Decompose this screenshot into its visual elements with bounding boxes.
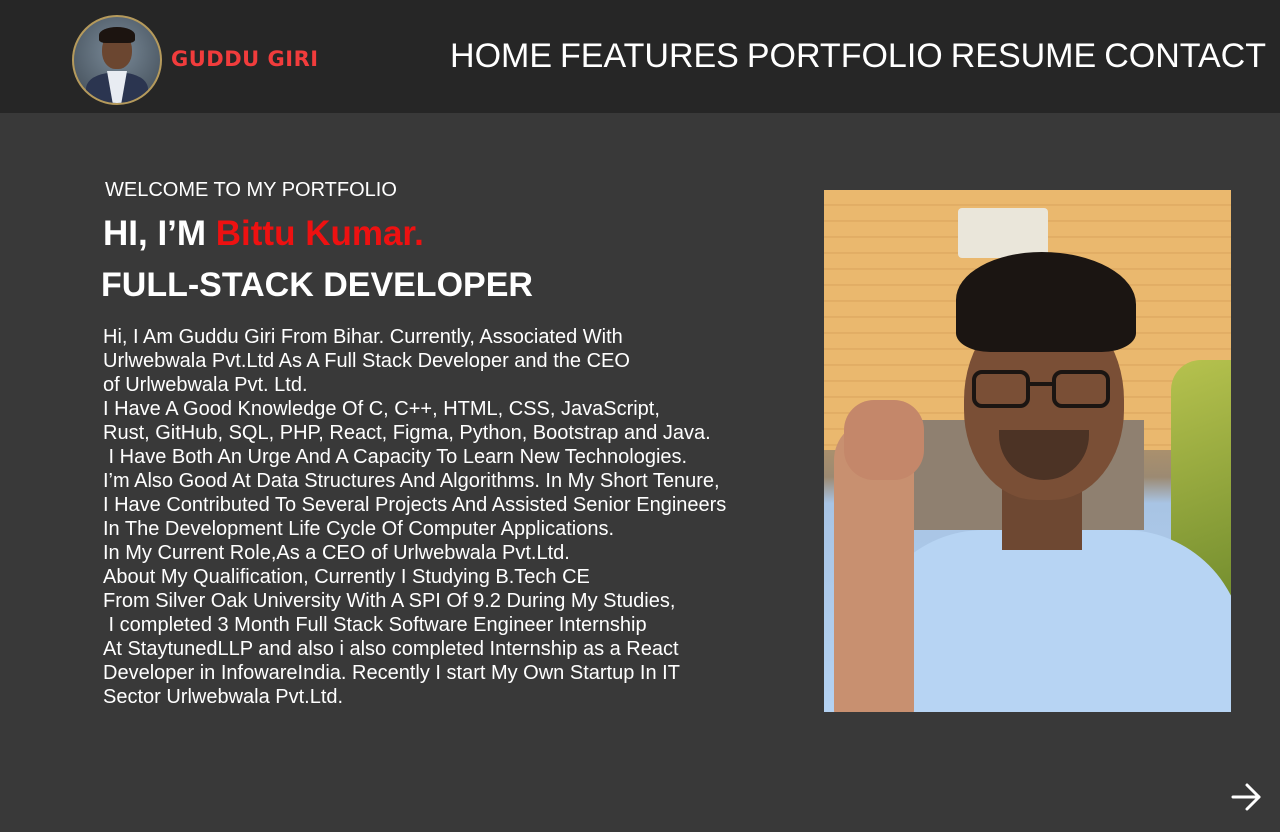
- bio-line: I’m Also Good At Data Structures And Alg…: [103, 470, 720, 492]
- bio-paragraph: Hi, I Am Guddu Giri From Bihar. Currentl…: [103, 325, 793, 709]
- profile-photo: [824, 190, 1231, 712]
- greeting-heading: HI, I’M Bittu Kumar.: [103, 213, 424, 255]
- greeting-name: Bittu Kumar.: [215, 214, 424, 253]
- nav-features[interactable]: FEATURES: [560, 36, 739, 76]
- bio-line: In The Development Life Cycle Of Compute…: [103, 518, 614, 540]
- arrow-right-icon[interactable]: [1230, 782, 1264, 812]
- bio-line: I completed 3 Month Full Stack Software …: [103, 614, 647, 636]
- profile-avatar[interactable]: [72, 15, 162, 105]
- greeting-prefix: HI, I’M: [103, 214, 216, 253]
- bio-line: At StaytunedLLP and also i also complete…: [103, 638, 679, 660]
- bio-line: From Silver Oak University With A SPI Of…: [103, 590, 676, 612]
- bio-line: Hi, I Am Guddu Giri From Bihar. Currentl…: [103, 326, 623, 348]
- glasses-lens-right: [1052, 370, 1110, 408]
- nav-contact[interactable]: CONTACT: [1104, 36, 1266, 76]
- nav-resume[interactable]: RESUME: [951, 36, 1096, 76]
- nav-portfolio[interactable]: PORTFOLIO: [747, 36, 943, 76]
- bio-line: of Urlwebwala Pvt. Ltd.: [103, 374, 308, 396]
- avatar-hair: [99, 27, 135, 43]
- photo-lamp: [958, 208, 1048, 258]
- bio-line: About My Qualification, Currently I Stud…: [103, 566, 590, 588]
- brand-name[interactable]: GUDDU GIRI: [171, 46, 319, 72]
- role-heading: FULL-STACK DEVELOPER: [101, 266, 533, 304]
- photo-fist: [844, 400, 924, 480]
- main-nav: HOME FEATURES PORTFOLIO RESUME CONTACT: [450, 36, 1266, 76]
- bio-line: I Have A Good Knowledge Of C, C++, HTML,…: [103, 398, 660, 420]
- bio-line: I Have Both An Urge And A Capacity To Le…: [103, 446, 688, 468]
- bio-line: Developer in InfowareIndia. Recently I s…: [103, 662, 680, 684]
- nav-home[interactable]: HOME: [450, 36, 552, 76]
- bio-line: Sector Urlwebwala Pvt.Ltd.: [103, 686, 344, 708]
- bio-line: Rust, GitHub, SQL, PHP, React, Figma, Py…: [103, 422, 711, 444]
- photo-shirt: [864, 530, 1231, 712]
- bio-line: Urlwebwala Pvt.Ltd As A Full Stack Devel…: [103, 350, 630, 372]
- photo-hair: [956, 252, 1136, 352]
- glasses-lens-left: [972, 370, 1030, 408]
- site-header: GUDDU GIRI HOME FEATURES PORTFOLIO RESUM…: [0, 0, 1280, 113]
- welcome-text: WELCOME TO MY PORTFOLIO: [105, 179, 397, 201]
- bio-line: In My Current Role,As a CEO of Urlwebwal…: [103, 542, 570, 564]
- photo-glasses: [972, 370, 1112, 410]
- bio-line: I Have Contributed To Several Projects A…: [103, 494, 727, 516]
- arrow-right-icon-svg: [1231, 783, 1261, 811]
- glasses-bridge: [1028, 382, 1054, 386]
